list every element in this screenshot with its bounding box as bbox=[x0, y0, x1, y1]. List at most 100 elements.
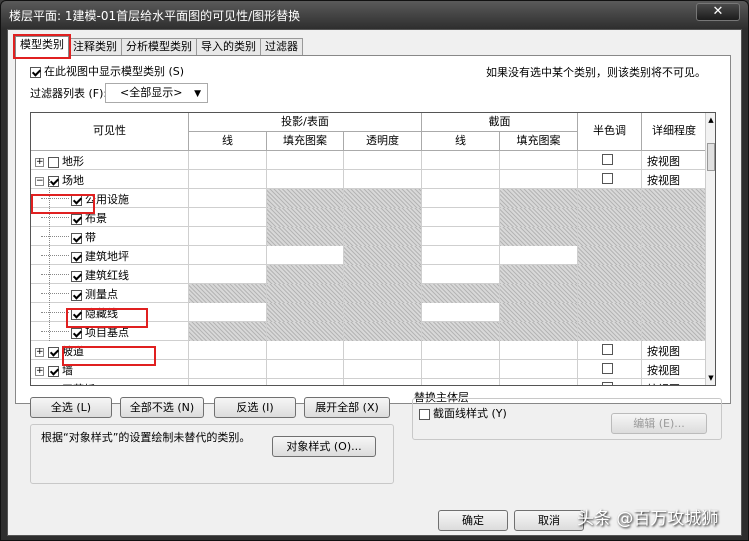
category-label[interactable]: + 墙 bbox=[35, 362, 73, 378]
expand-icon[interactable]: + bbox=[35, 386, 44, 387]
table-row[interactable]: + 天花板 按视图 bbox=[31, 379, 707, 387]
proj-fill-cell[interactable] bbox=[267, 208, 344, 227]
cut-fill-cell[interactable] bbox=[500, 265, 578, 284]
cut-line-cell[interactable] bbox=[422, 341, 500, 360]
category-label[interactable]: + 坡道 bbox=[35, 343, 84, 359]
detail-level-cell[interactable] bbox=[642, 246, 707, 265]
scroll-down-icon[interactable]: ▼ bbox=[706, 371, 715, 385]
category-label[interactable]: 带 bbox=[71, 229, 96, 245]
cut-fill-cell[interactable] bbox=[500, 322, 578, 341]
category-label[interactable]: 布景 bbox=[71, 210, 107, 226]
category-label[interactable]: 公用设施 bbox=[71, 191, 129, 207]
transparency-cell[interactable] bbox=[344, 360, 422, 379]
cut-fill-cell[interactable] bbox=[500, 189, 578, 208]
filter-list-dropdown[interactable]: <全部显示> ▼ bbox=[105, 83, 208, 103]
category-label[interactable]: 隐藏线 bbox=[71, 305, 118, 321]
cut-fill-cell[interactable] bbox=[500, 151, 578, 170]
halftone-cell[interactable] bbox=[578, 322, 642, 341]
visibility-checkbox[interactable] bbox=[71, 289, 82, 301]
tab-filters[interactable]: 过滤器 bbox=[260, 38, 303, 56]
proj-line-cell[interactable] bbox=[189, 284, 267, 303]
proj-fill-cell[interactable] bbox=[267, 322, 344, 341]
cut-line-cell[interactable] bbox=[422, 170, 500, 189]
visibility-checkbox[interactable] bbox=[48, 365, 59, 377]
transparency-cell[interactable] bbox=[344, 227, 422, 246]
table-row[interactable]: + 坡道 按视图 bbox=[31, 341, 707, 360]
table-row[interactable]: 布景 bbox=[31, 208, 707, 227]
cut-line-cell[interactable] bbox=[422, 189, 500, 208]
visibility-checkbox[interactable] bbox=[71, 308, 82, 320]
proj-line-cell[interactable] bbox=[189, 246, 267, 265]
transparency-cell[interactable] bbox=[344, 151, 422, 170]
expand-all-button[interactable]: 展开全部 (X) bbox=[304, 397, 390, 418]
table-row[interactable]: 隐藏线 bbox=[31, 303, 707, 322]
visibility-checkbox[interactable] bbox=[48, 156, 59, 168]
visibility-checkbox[interactable] bbox=[71, 327, 82, 339]
table-row[interactable]: + 墙 按视图 bbox=[31, 360, 707, 379]
cut-fill-cell[interactable] bbox=[500, 284, 578, 303]
transparency-cell[interactable] bbox=[344, 189, 422, 208]
cut-fill-cell[interactable] bbox=[500, 227, 578, 246]
halftone-cell[interactable] bbox=[578, 379, 642, 385]
proj-line-cell[interactable] bbox=[189, 379, 267, 385]
show-model-categories-checkbox[interactable]: 在此视图中显示模型类别 (S) bbox=[30, 63, 184, 79]
close-button[interactable]: ✕ bbox=[696, 3, 740, 21]
category-label[interactable]: − 场地 bbox=[35, 172, 84, 188]
halftone-cell[interactable] bbox=[578, 208, 642, 227]
visibility-checkbox[interactable] bbox=[71, 213, 82, 225]
cut-line-cell[interactable] bbox=[422, 360, 500, 379]
detail-level-cell[interactable] bbox=[642, 189, 707, 208]
proj-fill-cell[interactable] bbox=[267, 189, 344, 208]
transparency-cell[interactable] bbox=[344, 265, 422, 284]
visibility-checkbox[interactable] bbox=[48, 384, 59, 385]
proj-line-cell[interactable] bbox=[189, 303, 267, 322]
expand-icon[interactable]: + bbox=[35, 347, 44, 357]
halftone-cell[interactable] bbox=[578, 170, 642, 189]
visibility-checkbox[interactable] bbox=[71, 232, 82, 244]
halftone-cell[interactable] bbox=[578, 151, 642, 170]
select-all-button[interactable]: 全选 (L) bbox=[30, 397, 112, 418]
table-row[interactable]: − 场地 按视图 bbox=[31, 170, 707, 189]
cut-line-cell[interactable] bbox=[422, 303, 500, 322]
expand-icon[interactable]: + bbox=[35, 157, 44, 167]
cancel-button[interactable]: 取消 bbox=[514, 510, 584, 531]
cut-fill-cell[interactable] bbox=[500, 341, 578, 360]
category-label[interactable]: + 地形 bbox=[35, 153, 84, 169]
proj-line-cell[interactable] bbox=[189, 265, 267, 284]
proj-fill-cell[interactable] bbox=[267, 265, 344, 284]
proj-fill-cell[interactable] bbox=[267, 379, 344, 385]
transparency-cell[interactable] bbox=[344, 170, 422, 189]
proj-fill-cell[interactable] bbox=[267, 170, 344, 189]
cut-line-cell[interactable] bbox=[422, 284, 500, 303]
proj-line-cell[interactable] bbox=[189, 322, 267, 341]
transparency-cell[interactable] bbox=[344, 208, 422, 227]
transparency-cell[interactable] bbox=[344, 284, 422, 303]
detail-level-cell[interactable]: 按视图 bbox=[642, 170, 707, 189]
tab-model-categories[interactable]: 模型类别 bbox=[13, 34, 71, 59]
table-row[interactable]: + 地形 按视图 bbox=[31, 151, 707, 170]
visibility-checkbox[interactable] bbox=[71, 270, 82, 282]
proj-fill-cell[interactable] bbox=[267, 341, 344, 360]
halftone-cell[interactable] bbox=[578, 284, 642, 303]
cut-line-cell[interactable] bbox=[422, 151, 500, 170]
tab-imported-categories[interactable]: 导入的类别 bbox=[196, 38, 261, 56]
category-label[interactable]: + 天花板 bbox=[35, 381, 95, 387]
visibility-checkbox[interactable] bbox=[48, 346, 59, 358]
halftone-cell[interactable] bbox=[578, 227, 642, 246]
table-row[interactable]: 建筑地坪 bbox=[31, 246, 707, 265]
select-none-button[interactable]: 全部不选 (N) bbox=[120, 397, 204, 418]
proj-fill-cell[interactable] bbox=[267, 227, 344, 246]
tab-analytical-model-categories[interactable]: 分析模型类别 bbox=[121, 38, 197, 56]
table-row[interactable]: 建筑红线 bbox=[31, 265, 707, 284]
halftone-cell[interactable] bbox=[578, 360, 642, 379]
cut-fill-cell[interactable] bbox=[500, 246, 578, 265]
category-label[interactable]: 项目基点 bbox=[71, 324, 129, 340]
expand-icon[interactable]: + bbox=[35, 366, 44, 376]
cut-line-cell[interactable] bbox=[422, 265, 500, 284]
detail-level-cell[interactable] bbox=[642, 265, 707, 284]
category-label[interactable]: 建筑红线 bbox=[71, 267, 129, 283]
proj-line-cell[interactable] bbox=[189, 208, 267, 227]
cut-fill-cell[interactable] bbox=[500, 170, 578, 189]
visibility-checkbox[interactable] bbox=[71, 194, 82, 206]
detail-level-cell[interactable]: 按视图 bbox=[642, 360, 707, 379]
